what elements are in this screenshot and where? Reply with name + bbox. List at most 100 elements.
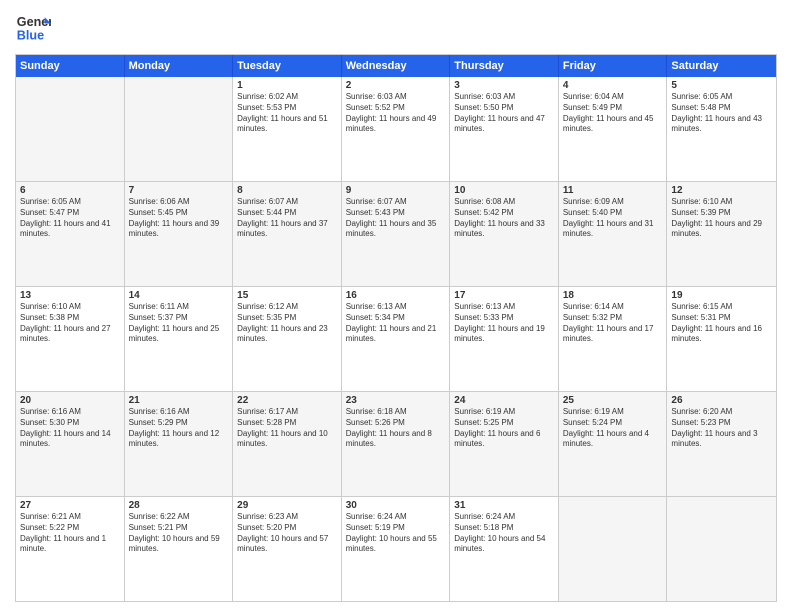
day-number: 31 bbox=[454, 500, 554, 511]
day-number: 8 bbox=[237, 185, 337, 196]
day-number: 26 bbox=[671, 395, 772, 406]
day-cell-29: 29Sunrise: 6:23 AM Sunset: 5:20 PM Dayli… bbox=[233, 497, 342, 601]
header-day-monday: Monday bbox=[125, 55, 234, 77]
header-day-wednesday: Wednesday bbox=[342, 55, 451, 77]
day-number: 25 bbox=[563, 395, 663, 406]
logo-icon: General Blue bbox=[15, 10, 51, 46]
day-number: 17 bbox=[454, 290, 554, 301]
day-number: 18 bbox=[563, 290, 663, 301]
day-cell-16: 16Sunrise: 6:13 AM Sunset: 5:34 PM Dayli… bbox=[342, 287, 451, 391]
day-cell-4: 4Sunrise: 6:04 AM Sunset: 5:49 PM Daylig… bbox=[559, 77, 668, 181]
day-info: Sunrise: 6:14 AM Sunset: 5:32 PM Dayligh… bbox=[563, 302, 663, 345]
header-day-friday: Friday bbox=[559, 55, 668, 77]
day-info: Sunrise: 6:22 AM Sunset: 5:21 PM Dayligh… bbox=[129, 512, 229, 555]
day-cell-2: 2Sunrise: 6:03 AM Sunset: 5:52 PM Daylig… bbox=[342, 77, 451, 181]
empty-cell bbox=[667, 497, 776, 601]
day-info: Sunrise: 6:03 AM Sunset: 5:52 PM Dayligh… bbox=[346, 92, 446, 135]
header-day-thursday: Thursday bbox=[450, 55, 559, 77]
day-cell-27: 27Sunrise: 6:21 AM Sunset: 5:22 PM Dayli… bbox=[16, 497, 125, 601]
day-number: 28 bbox=[129, 500, 229, 511]
day-info: Sunrise: 6:19 AM Sunset: 5:24 PM Dayligh… bbox=[563, 407, 663, 450]
day-cell-9: 9Sunrise: 6:07 AM Sunset: 5:43 PM Daylig… bbox=[342, 182, 451, 286]
day-number: 15 bbox=[237, 290, 337, 301]
day-number: 7 bbox=[129, 185, 229, 196]
day-cell-20: 20Sunrise: 6:16 AM Sunset: 5:30 PM Dayli… bbox=[16, 392, 125, 496]
day-cell-1: 1Sunrise: 6:02 AM Sunset: 5:53 PM Daylig… bbox=[233, 77, 342, 181]
calendar-header: SundayMondayTuesdayWednesdayThursdayFrid… bbox=[16, 55, 776, 77]
day-number: 24 bbox=[454, 395, 554, 406]
day-cell-7: 7Sunrise: 6:06 AM Sunset: 5:45 PM Daylig… bbox=[125, 182, 234, 286]
svg-text:Blue: Blue bbox=[17, 29, 44, 43]
day-cell-18: 18Sunrise: 6:14 AM Sunset: 5:32 PM Dayli… bbox=[559, 287, 668, 391]
day-cell-14: 14Sunrise: 6:11 AM Sunset: 5:37 PM Dayli… bbox=[125, 287, 234, 391]
day-info: Sunrise: 6:15 AM Sunset: 5:31 PM Dayligh… bbox=[671, 302, 772, 345]
day-number: 6 bbox=[20, 185, 120, 196]
day-info: Sunrise: 6:13 AM Sunset: 5:34 PM Dayligh… bbox=[346, 302, 446, 345]
day-info: Sunrise: 6:24 AM Sunset: 5:19 PM Dayligh… bbox=[346, 512, 446, 555]
day-cell-6: 6Sunrise: 6:05 AM Sunset: 5:47 PM Daylig… bbox=[16, 182, 125, 286]
day-number: 21 bbox=[129, 395, 229, 406]
day-info: Sunrise: 6:12 AM Sunset: 5:35 PM Dayligh… bbox=[237, 302, 337, 345]
day-number: 4 bbox=[563, 80, 663, 91]
day-cell-5: 5Sunrise: 6:05 AM Sunset: 5:48 PM Daylig… bbox=[667, 77, 776, 181]
header-day-saturday: Saturday bbox=[667, 55, 776, 77]
day-number: 14 bbox=[129, 290, 229, 301]
day-info: Sunrise: 6:18 AM Sunset: 5:26 PM Dayligh… bbox=[346, 407, 446, 450]
day-cell-3: 3Sunrise: 6:03 AM Sunset: 5:50 PM Daylig… bbox=[450, 77, 559, 181]
day-info: Sunrise: 6:16 AM Sunset: 5:29 PM Dayligh… bbox=[129, 407, 229, 450]
day-number: 29 bbox=[237, 500, 337, 511]
calendar-row: 13Sunrise: 6:10 AM Sunset: 5:38 PM Dayli… bbox=[16, 287, 776, 392]
day-info: Sunrise: 6:06 AM Sunset: 5:45 PM Dayligh… bbox=[129, 197, 229, 240]
calendar-row: 1Sunrise: 6:02 AM Sunset: 5:53 PM Daylig… bbox=[16, 77, 776, 182]
logo: General Blue bbox=[15, 10, 51, 46]
day-cell-21: 21Sunrise: 6:16 AM Sunset: 5:29 PM Dayli… bbox=[125, 392, 234, 496]
day-number: 20 bbox=[20, 395, 120, 406]
day-info: Sunrise: 6:08 AM Sunset: 5:42 PM Dayligh… bbox=[454, 197, 554, 240]
day-info: Sunrise: 6:20 AM Sunset: 5:23 PM Dayligh… bbox=[671, 407, 772, 450]
day-number: 16 bbox=[346, 290, 446, 301]
empty-cell bbox=[559, 497, 668, 601]
day-cell-24: 24Sunrise: 6:19 AM Sunset: 5:25 PM Dayli… bbox=[450, 392, 559, 496]
day-cell-31: 31Sunrise: 6:24 AM Sunset: 5:18 PM Dayli… bbox=[450, 497, 559, 601]
day-cell-22: 22Sunrise: 6:17 AM Sunset: 5:28 PM Dayli… bbox=[233, 392, 342, 496]
day-number: 11 bbox=[563, 185, 663, 196]
calendar-row: 27Sunrise: 6:21 AM Sunset: 5:22 PM Dayli… bbox=[16, 497, 776, 601]
day-info: Sunrise: 6:19 AM Sunset: 5:25 PM Dayligh… bbox=[454, 407, 554, 450]
day-info: Sunrise: 6:03 AM Sunset: 5:50 PM Dayligh… bbox=[454, 92, 554, 135]
day-info: Sunrise: 6:13 AM Sunset: 5:33 PM Dayligh… bbox=[454, 302, 554, 345]
day-cell-12: 12Sunrise: 6:10 AM Sunset: 5:39 PM Dayli… bbox=[667, 182, 776, 286]
day-cell-19: 19Sunrise: 6:15 AM Sunset: 5:31 PM Dayli… bbox=[667, 287, 776, 391]
empty-cell bbox=[16, 77, 125, 181]
day-cell-30: 30Sunrise: 6:24 AM Sunset: 5:19 PM Dayli… bbox=[342, 497, 451, 601]
page: General Blue SundayMondayTuesdayWednesda… bbox=[0, 0, 792, 612]
day-info: Sunrise: 6:23 AM Sunset: 5:20 PM Dayligh… bbox=[237, 512, 337, 555]
empty-cell bbox=[125, 77, 234, 181]
day-info: Sunrise: 6:16 AM Sunset: 5:30 PM Dayligh… bbox=[20, 407, 120, 450]
header-day-sunday: Sunday bbox=[16, 55, 125, 77]
day-cell-11: 11Sunrise: 6:09 AM Sunset: 5:40 PM Dayli… bbox=[559, 182, 668, 286]
day-number: 10 bbox=[454, 185, 554, 196]
day-info: Sunrise: 6:05 AM Sunset: 5:48 PM Dayligh… bbox=[671, 92, 772, 135]
day-number: 19 bbox=[671, 290, 772, 301]
day-info: Sunrise: 6:05 AM Sunset: 5:47 PM Dayligh… bbox=[20, 197, 120, 240]
day-info: Sunrise: 6:09 AM Sunset: 5:40 PM Dayligh… bbox=[563, 197, 663, 240]
day-number: 30 bbox=[346, 500, 446, 511]
calendar-row: 6Sunrise: 6:05 AM Sunset: 5:47 PM Daylig… bbox=[16, 182, 776, 287]
day-info: Sunrise: 6:11 AM Sunset: 5:37 PM Dayligh… bbox=[129, 302, 229, 345]
day-number: 12 bbox=[671, 185, 772, 196]
day-cell-25: 25Sunrise: 6:19 AM Sunset: 5:24 PM Dayli… bbox=[559, 392, 668, 496]
day-info: Sunrise: 6:02 AM Sunset: 5:53 PM Dayligh… bbox=[237, 92, 337, 135]
day-info: Sunrise: 6:07 AM Sunset: 5:43 PM Dayligh… bbox=[346, 197, 446, 240]
calendar-row: 20Sunrise: 6:16 AM Sunset: 5:30 PM Dayli… bbox=[16, 392, 776, 497]
day-cell-8: 8Sunrise: 6:07 AM Sunset: 5:44 PM Daylig… bbox=[233, 182, 342, 286]
header-day-tuesday: Tuesday bbox=[233, 55, 342, 77]
day-cell-15: 15Sunrise: 6:12 AM Sunset: 5:35 PM Dayli… bbox=[233, 287, 342, 391]
day-info: Sunrise: 6:10 AM Sunset: 5:39 PM Dayligh… bbox=[671, 197, 772, 240]
day-cell-26: 26Sunrise: 6:20 AM Sunset: 5:23 PM Dayli… bbox=[667, 392, 776, 496]
day-cell-17: 17Sunrise: 6:13 AM Sunset: 5:33 PM Dayli… bbox=[450, 287, 559, 391]
header: General Blue bbox=[15, 10, 777, 46]
day-cell-23: 23Sunrise: 6:18 AM Sunset: 5:26 PM Dayli… bbox=[342, 392, 451, 496]
day-info: Sunrise: 6:17 AM Sunset: 5:28 PM Dayligh… bbox=[237, 407, 337, 450]
day-number: 1 bbox=[237, 80, 337, 91]
calendar-body: 1Sunrise: 6:02 AM Sunset: 5:53 PM Daylig… bbox=[16, 77, 776, 601]
